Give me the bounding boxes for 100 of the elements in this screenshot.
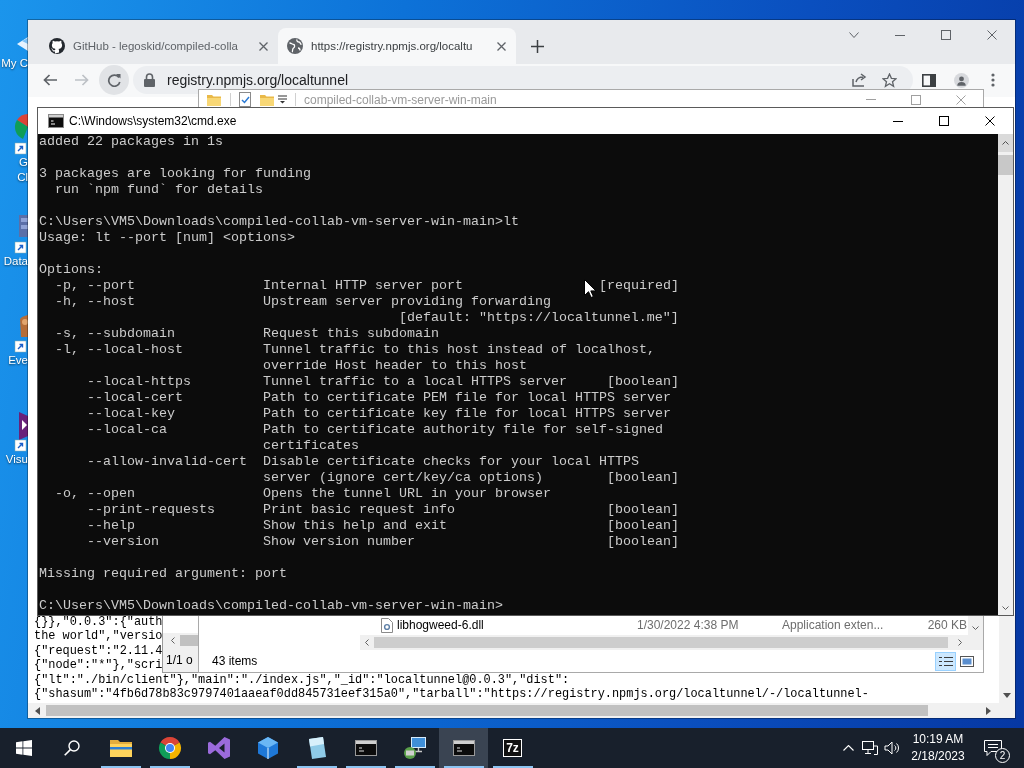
triangle-left-icon[interactable] bbox=[35, 706, 40, 715]
file-size: 260 KB bbox=[927, 618, 968, 632]
chevron-left-icon[interactable] bbox=[171, 637, 175, 644]
site-logo-icon bbox=[49, 38, 65, 54]
desktop-icon-label[interactable]: Eve bbox=[8, 353, 28, 368]
terminal-text: C:\Users\VM5\Downloads\compiled-collab-vm-server-win-main> bbox=[39, 598, 503, 613]
terminal-text: [boolean] bbox=[606, 502, 679, 517]
terminal-text: server (ignore cert/key/ca options) bbox=[262, 470, 543, 485]
details-view-icon bbox=[938, 655, 953, 667]
page-text: the world","versio bbox=[34, 629, 163, 644]
page-text: {}},"0.0.3":{"auth bbox=[34, 614, 163, 630]
close-icon bbox=[987, 30, 997, 40]
terminal-text: --print-requests bbox=[87, 502, 215, 517]
browser-tab[interactable]: GitHub - legoskid/compiled-colla bbox=[40, 28, 278, 64]
clock-time[interactable]: 10:19 AM bbox=[912, 731, 964, 748]
close-icon[interactable] bbox=[259, 41, 268, 51]
terminal-text: C:\Users\VM5\Downloads\compiled-collab-vm-server-win-main>lt bbox=[39, 214, 519, 229]
desktop-icon-label[interactable]: G bbox=[19, 155, 28, 170]
scrollbar-thumb[interactable] bbox=[374, 637, 948, 648]
mouse-pointer-icon bbox=[584, 279, 596, 298]
triangle-down-icon[interactable] bbox=[1003, 693, 1011, 698]
notification-count: 2 bbox=[995, 748, 1010, 763]
reload-button[interactable] bbox=[99, 65, 129, 95]
desktop-icon-label[interactable]: Data bbox=[3, 254, 28, 269]
shortcut-icon[interactable] bbox=[14, 410, 28, 452]
properties-icon[interactable] bbox=[239, 92, 252, 107]
terminal-text: -o, --open bbox=[55, 486, 135, 501]
triangle-right-icon[interactable] bbox=[986, 706, 991, 715]
terminal-text: [boolean] bbox=[606, 470, 679, 485]
terminal-text: -h, --host bbox=[55, 294, 135, 309]
clock-date[interactable]: 2/18/2023 bbox=[911, 748, 965, 765]
shortcut-icon[interactable] bbox=[14, 212, 28, 254]
taskbar-button[interactable] bbox=[439, 728, 488, 768]
chevron-up-icon[interactable] bbox=[842, 745, 854, 751]
network-icon[interactable] bbox=[862, 741, 878, 755]
chevron-right-icon[interactable] bbox=[958, 639, 962, 646]
terminal-text: --local-https bbox=[87, 374, 191, 389]
terminal-text: --help bbox=[87, 518, 135, 533]
ribbon-logo-icon bbox=[206, 736, 231, 760]
network-computer-icon bbox=[402, 736, 427, 760]
chevron-left-icon[interactable] bbox=[365, 639, 369, 646]
terminal-text: --local-cert bbox=[87, 390, 183, 405]
volume-icon[interactable] bbox=[884, 741, 900, 755]
terminal-text: run `npm fund` for details bbox=[55, 182, 263, 197]
page-text: {"node":"*"},"scri bbox=[34, 658, 163, 673]
large-icons-view-icon bbox=[959, 655, 974, 667]
terminal-text: Path to certificate PEM file for local HTTPS server bbox=[262, 390, 671, 405]
view-button[interactable] bbox=[935, 651, 956, 671]
terminal-text: Disable certificate checks for your local HTTPS bbox=[262, 454, 639, 469]
archiver-logo: 7z bbox=[503, 739, 522, 757]
browser-tab[interactable]: https://registry.npmjs.org/localtu bbox=[278, 28, 516, 64]
terminal-text: --version bbox=[87, 534, 159, 549]
terminal-text: Options: bbox=[39, 262, 103, 277]
terminal-text: -l, --local-host bbox=[55, 342, 183, 357]
file-date: 1/30/2022 4:38 PM bbox=[637, 618, 740, 632]
terminal-text: override Host header to this host bbox=[262, 358, 527, 373]
search-icon bbox=[64, 740, 80, 756]
share-icon[interactable] bbox=[852, 73, 867, 87]
terminal-text: Request this subdomain bbox=[262, 326, 439, 341]
chevron-down-icon bbox=[849, 32, 859, 38]
status-text: 1/1 o bbox=[166, 653, 193, 667]
file-name[interactable]: libhogweed-6.dll bbox=[397, 618, 637, 632]
terminal-text: --local-ca bbox=[87, 422, 167, 437]
customize-menu-icon[interactable] bbox=[278, 95, 287, 104]
arrow-left-icon bbox=[43, 74, 57, 86]
terminal-text: Usage: lt --port [num] <options> bbox=[39, 230, 295, 245]
scrollbar-thumb[interactable] bbox=[998, 155, 1013, 175]
desktop-icon-label[interactable]: My C bbox=[1, 56, 28, 71]
window-title: compiled-collab-vm-server-win-main bbox=[304, 92, 497, 107]
star-icon[interactable] bbox=[882, 72, 897, 88]
horizontal-scrollbar[interactable] bbox=[28, 703, 1015, 718]
avatar-icon bbox=[953, 72, 969, 88]
vertical-scrollbar[interactable] bbox=[998, 134, 1013, 615]
window-title: C:\Windows\system32\cmd.exe bbox=[69, 114, 237, 128]
terminal-text: [boolean] bbox=[606, 534, 679, 549]
terminal-text: --allow-invalid-cert bbox=[87, 454, 247, 469]
scrollbar-thumb[interactable] bbox=[180, 635, 199, 646]
desktop-icon-label[interactable]: Visu bbox=[5, 452, 28, 467]
windows-logo-icon bbox=[16, 740, 32, 756]
maximize-icon bbox=[941, 30, 951, 40]
file-type: Application exten... bbox=[782, 618, 885, 632]
globe-icon bbox=[287, 38, 303, 54]
shortcut-icon[interactable] bbox=[14, 113, 28, 155]
notification-icon[interactable] bbox=[984, 740, 1002, 756]
close-icon[interactable] bbox=[497, 41, 506, 51]
arrow-right-icon bbox=[75, 74, 89, 86]
horizontal-scrollbar[interactable] bbox=[163, 633, 199, 648]
horizontal-scrollbar[interactable] bbox=[360, 635, 983, 650]
chevron-down-icon[interactable] bbox=[1002, 606, 1009, 610]
desktop-icon-label[interactable]: Cl bbox=[17, 170, 28, 185]
chevron-down-icon[interactable] bbox=[972, 626, 979, 630]
terminal-text: certificates bbox=[262, 438, 359, 453]
terminal-text: Path to certificate key file for local HTTPS server bbox=[262, 406, 671, 421]
terminal-text: Upstream server providing forwarding bbox=[262, 294, 551, 309]
terminal-text: [boolean] bbox=[606, 374, 679, 389]
terminal-text: Print basic request info bbox=[263, 502, 455, 517]
terminal-text: 3 packages are looking for funding bbox=[39, 166, 311, 181]
scrollbar-thumb[interactable] bbox=[46, 705, 928, 716]
terminal-text: Opens the tunnel URL in your browser bbox=[262, 486, 551, 501]
vertical-scrollbar[interactable] bbox=[999, 615, 1015, 703]
